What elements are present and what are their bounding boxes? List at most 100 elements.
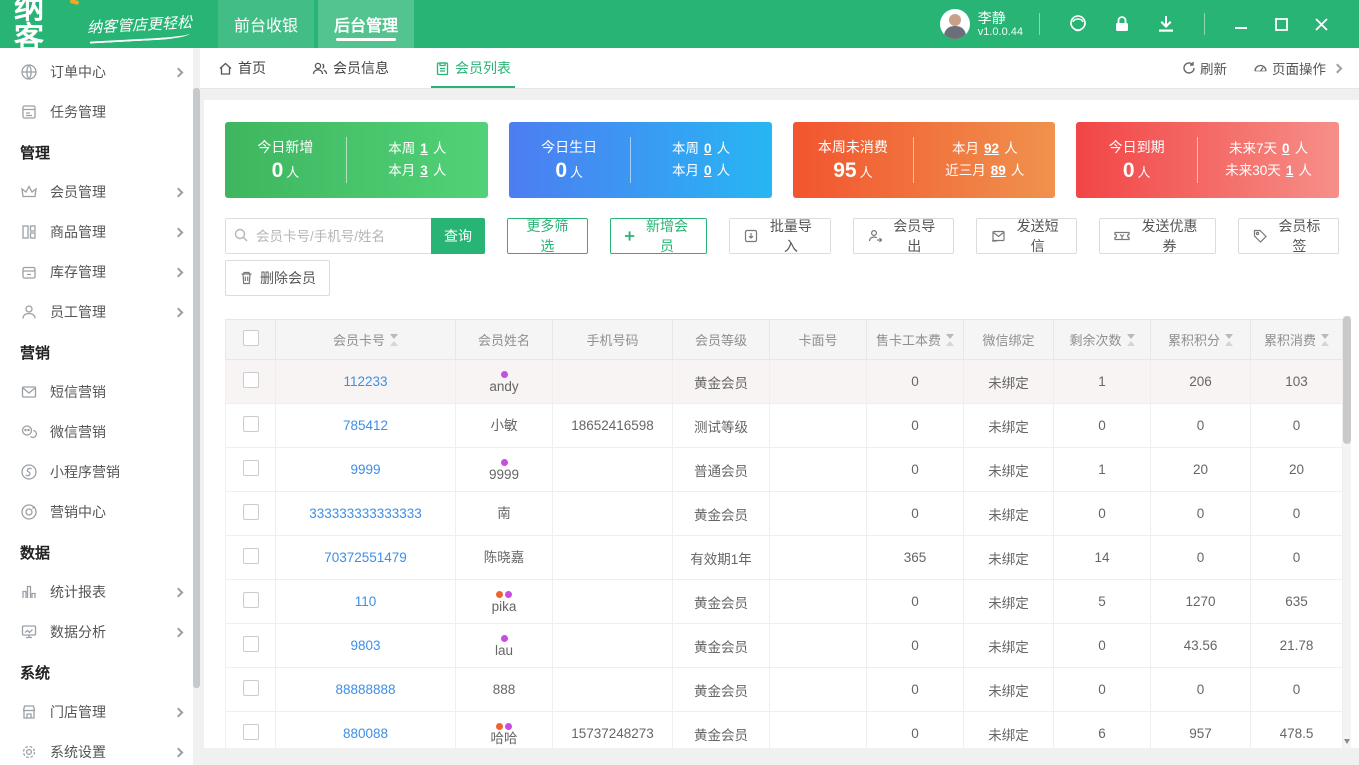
tab-front-cashier[interactable]: 前台收银 (218, 0, 314, 48)
member-table: 会员卡号 会员姓名 手机号码 会员等级 卡面号 售卡工本费 微信绑定 剩余次数 … (225, 319, 1343, 748)
maximize-icon[interactable] (1261, 9, 1301, 39)
member-card-link[interactable]: 9999 (350, 462, 380, 477)
col-phone: 手机号码 (552, 319, 673, 360)
sidebar-item-order-center[interactable]: 订单中心 (0, 52, 200, 92)
refresh-button[interactable]: 刷新 (1182, 58, 1227, 78)
stat-card-new-today[interactable]: 今日新增 0人 本周 1 人 本月 3 人 (225, 122, 488, 198)
row-checkbox[interactable] (242, 504, 259, 520)
sidebar-item-miniapp-marketing[interactable]: 小程序营销 (0, 452, 200, 492)
member-export-button[interactable]: 会员导出 (852, 218, 954, 254)
batch-import-button[interactable]: 批量导入 (729, 218, 831, 254)
member-card-link[interactable]: 333333333333333 (309, 506, 422, 521)
search-input[interactable] (225, 218, 431, 254)
minimize-icon[interactable] (1221, 9, 1261, 39)
row-checkbox[interactable] (242, 592, 259, 608)
col-consume[interactable]: 累积消费 (1250, 319, 1343, 360)
stat-link[interactable]: 89 (991, 163, 1006, 178)
col-card-fee[interactable]: 售卡工本费 (866, 319, 964, 360)
card-fee: 0 (866, 623, 964, 668)
sidebar-item-goods-management[interactable]: 商品管理 (0, 212, 200, 252)
col-remain-times[interactable]: 剩余次数 (1053, 319, 1151, 360)
stat-card-expire-today[interactable]: 今日到期 0人 未来7天 0 人 未来30天 1 人 (1076, 122, 1339, 198)
member-tag-button[interactable]: 会员标签 (1237, 218, 1339, 254)
row-checkbox[interactable] (242, 372, 259, 388)
table-scrollbar[interactable] (1343, 316, 1351, 748)
card-fee: 0 (866, 403, 964, 448)
member-card-link[interactable]: 112233 (343, 374, 387, 389)
remain-times: 1 (1053, 359, 1151, 404)
delete-member-button[interactable]: 删除会员 (225, 260, 330, 296)
stat-link[interactable]: 3 (420, 163, 428, 178)
card-fee: 0 (866, 491, 964, 536)
table-scrollbar-thumb[interactable] (1343, 316, 1351, 444)
row-checkbox[interactable] (242, 460, 259, 476)
more-filter-button[interactable]: 更多筛选 (507, 218, 588, 254)
sidebar-scrollbar-thumb[interactable] (193, 88, 200, 688)
sidebar-item-wechat-marketing[interactable]: 微信营销 (0, 412, 200, 452)
col-card-no[interactable]: 会员卡号 (275, 319, 456, 360)
sidebar-item-staff-management[interactable]: 员工管理 (0, 292, 200, 332)
row-checkbox[interactable] (242, 680, 259, 696)
row-checkbox[interactable] (242, 548, 259, 564)
stat-card-no-consume-week[interactable]: 本周未消费 95 人 本月 92 人 近三月 89 人 (792, 122, 1056, 198)
tab-backend-admin[interactable]: 后台管理 (318, 0, 414, 48)
member-card-link[interactable]: 70372551479 (324, 550, 407, 565)
chevron-right-icon (173, 747, 184, 757)
sort-icon[interactable] (1126, 333, 1135, 346)
sidebar-item-task-management[interactable]: 任务管理 (0, 92, 200, 132)
card-face-no (769, 535, 867, 580)
col-points[interactable]: 累积积分 (1150, 319, 1251, 360)
support-icon[interactable] (1067, 13, 1089, 35)
sort-icon[interactable] (1225, 333, 1233, 346)
sidebar-scrollbar[interactable] (193, 48, 200, 765)
sidebar-item-statistics-report[interactable]: 统计报表 (0, 572, 200, 612)
row-checkbox[interactable] (242, 636, 259, 652)
select-all-checkbox[interactable] (242, 330, 259, 346)
lock-icon[interactable] (1111, 13, 1133, 35)
stat-link[interactable]: 92 (984, 141, 999, 156)
sidebar-item-data-analysis[interactable]: 数据分析 (0, 612, 200, 652)
member-tag-dot-purple (505, 590, 512, 598)
scroll-down-arrow[interactable] (1343, 736, 1351, 746)
member-card-link[interactable]: 880088 (343, 726, 388, 741)
member-name: lau (494, 642, 513, 658)
sidebar-item-marketing-center[interactable]: 营销中心 (0, 492, 200, 532)
stat-link[interactable]: 0 (704, 163, 712, 178)
send-coupon-button[interactable]: 发送优惠券 (1099, 218, 1216, 254)
stat-link[interactable]: 1 (1286, 163, 1294, 178)
stat-card-birthday-today[interactable]: 今日生日 0人 本周 0 人 本月 0 人 (508, 122, 772, 198)
stat-cards: 今日新增 0人 本周 1 人 本月 3 人 今日生日 0 人 本周 0 人 本月… (225, 122, 1339, 198)
sort-icon[interactable] (390, 333, 398, 346)
card-face-no (769, 711, 867, 748)
download-icon[interactable] (1155, 13, 1177, 35)
stat-link[interactable]: 0 (704, 141, 712, 156)
sidebar-item-sms-marketing[interactable]: 短信营销 (0, 372, 200, 412)
tab-member-list[interactable]: 会员列表 (431, 48, 515, 88)
tab-home[interactable]: 首页 (218, 48, 266, 88)
member-name: pika (491, 598, 517, 614)
sort-icon[interactable] (946, 333, 954, 346)
sort-icon[interactable] (1321, 333, 1329, 346)
send-sms-button[interactable]: 发送短信 (975, 218, 1078, 254)
close-icon[interactable] (1301, 9, 1341, 39)
tab-member-info[interactable]: 会员信息 (312, 48, 389, 88)
card-face-no (769, 403, 867, 448)
query-button[interactable]: 查询 (431, 218, 485, 254)
sidebar-item-inventory-management[interactable]: 库存管理 (0, 252, 200, 292)
page-operations-button[interactable]: 页面操作 (1253, 58, 1343, 78)
member-card-link[interactable]: 785412 (343, 418, 388, 433)
sidebar-item-system-settings[interactable]: 系统设置 (0, 732, 200, 765)
sidebar-item-member-management[interactable]: 会员管理 (0, 172, 200, 212)
row-checkbox[interactable] (242, 724, 259, 740)
sidebar-item-store-management[interactable]: 门店管理 (0, 692, 200, 732)
member-name: 888 (492, 682, 516, 697)
member-card-link[interactable]: 88888888 (335, 682, 395, 697)
member-card-link[interactable]: 110 (355, 594, 377, 609)
stat-link[interactable]: 0 (1282, 141, 1290, 156)
stat-link[interactable]: 1 (420, 141, 428, 156)
member-card-link[interactable]: 9803 (350, 638, 380, 653)
row-checkbox[interactable] (242, 416, 259, 432)
avatar[interactable] (939, 9, 970, 39)
member-name: 哈哈 (490, 730, 518, 746)
add-member-button[interactable]: 新增会员 (609, 218, 708, 254)
